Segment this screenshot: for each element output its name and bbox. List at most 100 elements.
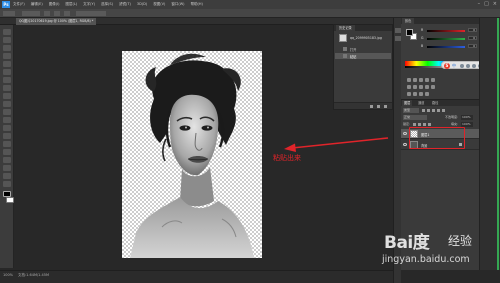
ime-voice-icon[interactable] (472, 64, 476, 68)
menu-layer[interactable]: 图层(L) (65, 0, 77, 9)
shape-filter-icon[interactable] (437, 109, 440, 112)
dodge-tool-icon[interactable] (3, 133, 11, 139)
gradient-tool-icon[interactable] (3, 117, 11, 123)
menu-3d[interactable]: 3D(D) (137, 0, 147, 9)
annotation-arrow-icon (284, 137, 389, 152)
close-icon[interactable]: × (493, 1, 497, 8)
levels-icon[interactable] (413, 78, 417, 82)
menu-filter[interactable]: 滤镜(T) (119, 0, 131, 9)
status-bar: 100% 文档:1.64M/1.45M (0, 270, 393, 283)
pixel-filter-icon[interactable] (422, 109, 425, 112)
eye-icon[interactable] (403, 132, 407, 135)
type-tool-icon[interactable] (3, 149, 11, 155)
channel-g-value[interactable]: 0 (468, 36, 477, 40)
zoom-level[interactable]: 100% (3, 273, 13, 277)
marquee-tool-icon[interactable] (3, 37, 11, 43)
tab-channels[interactable]: 通道 (416, 100, 426, 106)
new-snapshot-icon[interactable] (377, 105, 380, 108)
exposure-icon[interactable] (425, 78, 429, 82)
zoom-tool-icon[interactable] (3, 181, 11, 187)
posterize-icon[interactable] (413, 92, 417, 96)
tab-color[interactable]: 颜色 (402, 18, 415, 24)
lock-all-icon[interactable] (428, 123, 431, 126)
maximize-icon[interactable]: □ (484, 1, 489, 8)
opacity-input[interactable]: 100% (461, 115, 473, 120)
new-document-from-state-icon[interactable] (370, 105, 373, 108)
smart-object-filter-icon[interactable] (442, 109, 445, 112)
menu-image[interactable]: 图像(I) (49, 0, 60, 9)
sogou-logo-icon[interactable]: S (444, 63, 450, 69)
vibrance-icon[interactable] (431, 78, 435, 82)
option-control[interactable] (44, 11, 50, 16)
tab-history[interactable]: 历史记录 (336, 25, 355, 31)
tool-preset-picker[interactable] (3, 11, 15, 16)
history-state-open[interactable]: 打开 (335, 46, 391, 52)
option-control[interactable] (76, 11, 106, 16)
eraser-tool-icon[interactable] (3, 109, 11, 115)
minimize-icon[interactable]: – (478, 1, 481, 8)
brush-tool-icon[interactable] (3, 85, 11, 91)
history-state-icon (343, 54, 347, 58)
blur-tool-icon[interactable] (3, 125, 11, 131)
delete-state-icon[interactable] (384, 105, 387, 108)
gradient-map-icon[interactable] (425, 92, 429, 96)
ime-language[interactable]: 中 (452, 63, 456, 69)
threshold-icon[interactable] (419, 92, 423, 96)
hue-saturation-icon[interactable] (407, 85, 411, 89)
healing-brush-tool-icon[interactable] (3, 77, 11, 83)
history-state-paste[interactable]: 粘贴 (335, 53, 391, 59)
channel-r-slider[interactable] (427, 30, 465, 32)
color-balance-icon[interactable] (413, 85, 417, 89)
brightness-icon[interactable] (407, 78, 411, 82)
option-control[interactable] (64, 11, 70, 16)
annotation-label: 粘贴出来 (273, 154, 301, 162)
invert-icon[interactable] (407, 92, 411, 96)
menu-select[interactable]: 选择(S) (101, 0, 113, 9)
history-brush-tool-icon[interactable] (3, 101, 11, 107)
eyedropper-tool-icon[interactable] (3, 69, 11, 75)
snapshot-thumbnail[interactable] (339, 34, 347, 42)
lasso-tool-icon[interactable] (3, 45, 11, 51)
background-color-swatch[interactable] (6, 197, 14, 203)
clone-stamp-tool-icon[interactable] (3, 93, 11, 99)
hand-tool-icon[interactable] (3, 173, 11, 179)
foreground-color-swatch[interactable] (406, 29, 413, 36)
menu-window[interactable]: 窗口(W) (171, 0, 184, 9)
menu-type[interactable]: 文字(Y) (83, 0, 95, 9)
shape-tool-icon[interactable] (3, 165, 11, 171)
lock-position-icon[interactable] (423, 123, 426, 126)
adjustment-filter-icon[interactable] (427, 109, 430, 112)
menu-help[interactable]: 帮助(H) (191, 0, 203, 9)
lock-image-icon[interactable] (418, 123, 421, 126)
document-canvas[interactable] (122, 51, 262, 258)
channel-mixer-icon[interactable] (431, 85, 435, 89)
photo-filter-icon[interactable] (425, 85, 429, 89)
type-filter-icon[interactable] (432, 109, 435, 112)
crop-tool-icon[interactable] (3, 61, 11, 67)
option-control[interactable] (22, 11, 40, 16)
quick-select-tool-icon[interactable] (3, 53, 11, 59)
layer-kind-filter[interactable]: 类型 (403, 108, 419, 113)
menu-file[interactable]: 文件(F) (13, 0, 25, 9)
black-white-icon[interactable] (419, 85, 423, 89)
lock-transparent-icon[interactable] (413, 123, 416, 126)
channel-b-value[interactable]: 0 (468, 44, 477, 48)
option-control[interactable] (54, 11, 60, 16)
channel-r-value[interactable]: 0 (468, 28, 477, 32)
channel-g-slider[interactable] (427, 38, 465, 40)
menu-edit[interactable]: 编辑(E) (31, 0, 43, 9)
path-select-tool-icon[interactable] (3, 157, 11, 163)
tab-layers[interactable]: 图层 (402, 100, 413, 106)
pen-tool-icon[interactable] (3, 141, 11, 147)
menu-view[interactable]: 视图(V) (153, 0, 165, 9)
tab-paths[interactable]: 路径 (430, 100, 440, 106)
ime-punctuation-icon[interactable] (460, 64, 464, 68)
history-state-icon (343, 47, 347, 51)
move-tool-icon[interactable] (3, 29, 11, 35)
ime-emoji-icon[interactable] (466, 64, 470, 68)
document-tab[interactable]: QQ图片20170619.jpg @ 100% (图层1, RGB/8) * (16, 18, 97, 25)
channel-b-slider[interactable] (427, 46, 465, 48)
eye-icon[interactable] (403, 143, 407, 146)
curves-icon[interactable] (419, 78, 423, 82)
blend-mode-select[interactable]: 正常 (403, 115, 427, 120)
